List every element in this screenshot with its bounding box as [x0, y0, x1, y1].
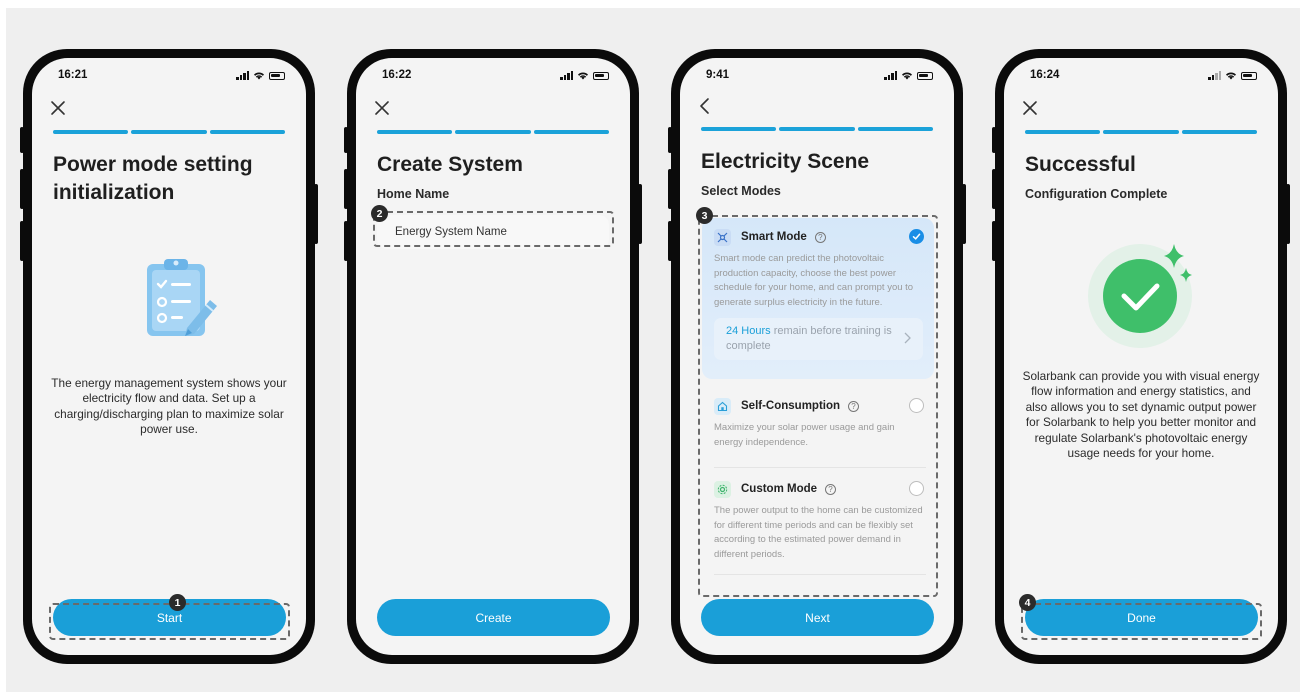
phone-screen-4: 16:24 Successful Configuration Complete … [1004, 58, 1278, 655]
close-icon[interactable] [49, 99, 67, 117]
progress-indicator [1025, 130, 1257, 134]
cellular-signal-icon [1208, 71, 1221, 80]
phone-screen-3: 9:41 Electricity Scene Select Modes Smar… [680, 58, 954, 655]
highlight-box [698, 215, 938, 597]
status-time: 16:24 [1030, 69, 1060, 81]
side-button [344, 221, 348, 261]
progress-indicator [53, 130, 285, 134]
side-button [992, 127, 996, 153]
side-button [314, 184, 318, 244]
status-time: 16:22 [382, 69, 412, 81]
highlight-box [373, 211, 614, 247]
clipboard-checklist-pencil-icon [147, 259, 217, 336]
side-button [992, 169, 996, 209]
status-time: 9:41 [706, 69, 730, 81]
side-button [20, 169, 24, 209]
close-icon[interactable] [1021, 99, 1039, 117]
cellular-signal-icon [236, 71, 249, 80]
step-marker: 2 [371, 205, 388, 222]
status-bar: 16:22 [373, 69, 613, 85]
side-button [668, 127, 672, 153]
success-description: Solarbank can provide you with visual en… [1022, 369, 1260, 461]
side-button [638, 184, 642, 244]
progress-indicator [377, 130, 609, 134]
phone-frame-4: 16:24 Successful Configuration Complete … [992, 49, 1290, 664]
side-button [20, 127, 24, 153]
progress-indicator [701, 127, 933, 131]
status-icons [236, 71, 285, 80]
status-bar: 16:24 [1021, 69, 1261, 85]
intro-description: The energy management system shows your … [51, 376, 287, 437]
step-marker: 1 [169, 594, 186, 611]
highlight-box [1021, 603, 1262, 640]
next-button[interactable]: Next [701, 599, 934, 636]
page-title: Power mode setting initialization [53, 151, 253, 207]
battery-icon [917, 71, 933, 80]
side-button [20, 221, 24, 261]
side-button [344, 169, 348, 209]
highlight-box [49, 603, 290, 640]
select-modes-label: Select Modes [701, 184, 781, 198]
page-title: Successful [1025, 153, 1136, 176]
wifi-icon [1226, 72, 1236, 80]
phone-frame-1: 16:21 Power mode setting initialization [20, 49, 318, 664]
close-icon[interactable] [373, 99, 391, 117]
battery-icon [269, 71, 285, 80]
side-button [668, 221, 672, 261]
home-name-label: Home Name [377, 187, 450, 201]
cellular-signal-icon [560, 71, 573, 80]
page-title-line: initialization [53, 181, 175, 204]
status-bar: 9:41 [697, 69, 937, 85]
page-title: Create System [377, 153, 523, 176]
status-icons [1208, 71, 1257, 80]
battery-icon [1241, 71, 1257, 80]
configuration-complete-label: Configuration Complete [1025, 187, 1168, 201]
side-button [1286, 184, 1290, 244]
status-icons [884, 71, 933, 80]
wifi-icon [902, 72, 912, 80]
cellular-signal-icon [884, 71, 897, 80]
side-button [962, 184, 966, 244]
status-bar: 16:21 [49, 69, 289, 85]
phone-screen-1: 16:21 Power mode setting initialization [32, 58, 306, 655]
success-checkmark-sparkle-icon [1088, 244, 1192, 348]
phone-frame-3: 9:41 Electricity Scene Select Modes Smar… [668, 49, 966, 664]
wifi-icon [578, 72, 588, 80]
side-button [344, 127, 348, 153]
battery-icon [593, 71, 609, 80]
create-button[interactable]: Create [377, 599, 610, 636]
step-marker: 3 [696, 207, 713, 224]
status-icons [560, 71, 609, 80]
page-title: Electricity Scene [701, 150, 870, 173]
side-button [668, 169, 672, 209]
phone-frame-2: 16:22 Create System Home Name Energy Sys… [344, 49, 642, 664]
phone-screen-2: 16:22 Create System Home Name Energy Sys… [356, 58, 630, 655]
side-button [992, 221, 996, 261]
wifi-icon [254, 72, 264, 80]
status-time: 16:21 [58, 69, 88, 81]
step-marker: 4 [1019, 594, 1036, 611]
back-arrow-icon[interactable] [697, 97, 715, 115]
page-title-line: Power mode setting [53, 153, 253, 176]
